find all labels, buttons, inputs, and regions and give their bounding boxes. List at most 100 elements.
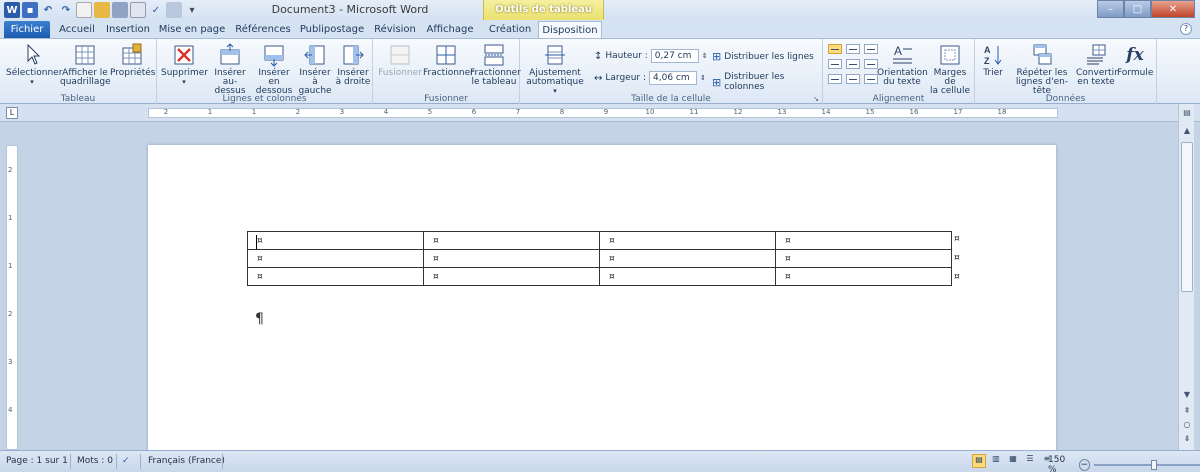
table-cell[interactable]: ¤ — [599, 249, 776, 268]
tab-references[interactable]: Références — [232, 21, 294, 38]
next-page-button[interactable]: ⇟ — [1180, 432, 1194, 446]
select-button[interactable]: Sélectionner ▾ — [6, 43, 62, 87]
spelling-icon[interactable]: ✓ — [148, 2, 164, 18]
align-top-right-button[interactable] — [864, 44, 878, 54]
insert-above-button[interactable]: Insérer au-dessus — [209, 43, 251, 96]
table-cell[interactable]: ¤ — [775, 249, 952, 268]
tab-creation[interactable]: Création — [486, 21, 534, 38]
document-table[interactable]: ¤ ¤ ¤ ¤ ¤ ¤ ¤ ¤ ¤ ¤ ¤ ¤ — [247, 231, 952, 286]
convert-to-text-button[interactable]: Convertir en texte — [1076, 43, 1118, 87]
close-button[interactable]: ✕ — [1151, 0, 1195, 18]
open-folder-icon[interactable] — [94, 2, 110, 18]
scroll-thumb[interactable] — [1181, 142, 1193, 292]
horizontal-ruler[interactable]: L 2 1 1 2 3 4 5 6 7 8 9 10 11 12 13 14 15 16 17 18 — [0, 104, 1200, 122]
save-icon[interactable]: ▪ — [22, 2, 38, 18]
cell-margins-button[interactable]: Marges de la cellule — [927, 43, 973, 96]
align-middle-center-button[interactable] — [846, 59, 860, 69]
zoom-slider[interactable] — [1093, 460, 1200, 470]
dialog-launcher-icon[interactable]: ↘ — [813, 95, 819, 103]
tab-accueil[interactable]: Accueil — [54, 21, 100, 38]
align-middle-left-button[interactable] — [828, 59, 842, 69]
customize-qat-icon[interactable]: ▾ — [184, 2, 200, 18]
table-cell[interactable]: ¤ — [247, 267, 424, 286]
full-screen-reading-icon[interactable]: ▥ — [989, 454, 1003, 468]
outline-icon[interactable]: ☰ — [1023, 454, 1037, 468]
page-count[interactable]: Page : 1 sur 1 — [6, 456, 68, 466]
insert-below-button[interactable]: Insérer en dessous — [253, 43, 295, 96]
gridlines-button[interactable]: Afficher le quadrillage — [60, 43, 111, 87]
properties-button[interactable]: Propriétés — [110, 43, 155, 78]
scroll-up-button[interactable]: ▲ — [1180, 124, 1194, 138]
insert-right-button[interactable]: Insérer à droite — [335, 43, 371, 87]
web-layout-icon[interactable]: ▦ — [1006, 454, 1020, 468]
zoom-out-button[interactable]: − — [1078, 459, 1090, 471]
tab-mise-en-page[interactable]: Mise en page — [158, 21, 226, 38]
browse-object-button[interactable]: ○ — [1180, 418, 1194, 432]
table-cell[interactable]: ¤ — [599, 267, 776, 286]
align-top-left-button[interactable] — [828, 44, 842, 54]
print-layout-icon[interactable]: ▤ — [972, 454, 986, 468]
insert-left-button[interactable]: Insérer à gauche — [296, 43, 334, 96]
language-indicator[interactable]: Français (France) — [148, 456, 225, 466]
delete-button[interactable]: Supprimer ▾ — [161, 43, 208, 87]
height-spinner-icon[interactable]: ⇕ — [702, 52, 708, 60]
distribute-rows-label: Distribuer les lignes — [724, 51, 814, 62]
zoom-level[interactable]: 150 % — [1048, 455, 1075, 472]
repeat-header-button[interactable]: Répéter les lignes d'en-tête — [1009, 43, 1075, 96]
scroll-down-button[interactable]: ▼ — [1180, 388, 1194, 402]
print-icon[interactable] — [112, 2, 128, 18]
minimize-button[interactable]: – — [1097, 0, 1124, 18]
table-cell[interactable]: ¤ — [247, 231, 424, 250]
ruler-number: 10 — [645, 108, 655, 116]
split-cells-button[interactable]: Fractionner — [423, 43, 474, 78]
width-spinner-icon[interactable]: ⇕ — [700, 74, 706, 82]
merge-cells-button[interactable]: Fusionner — [377, 43, 423, 78]
word-logo-icon[interactable]: W — [4, 2, 20, 18]
table-cell[interactable]: ¤ — [423, 249, 600, 268]
help-icon[interactable]: ? — [1180, 23, 1192, 35]
table-cell[interactable]: ¤ — [423, 267, 600, 286]
split-table-button[interactable]: Fractionner le tableau — [470, 43, 521, 87]
print-preview-icon[interactable] — [130, 2, 146, 18]
table-cell[interactable]: ¤ — [247, 249, 424, 268]
maximize-button[interactable]: □ — [1124, 0, 1151, 18]
sort-button[interactable]: AZ Trier — [979, 43, 1007, 78]
vertical-scrollbar[interactable]: ▤ ▲ ▼ ⇞ ○ ⇟ — [1178, 104, 1194, 450]
width-input[interactable]: 4,06 cm — [649, 71, 698, 85]
align-top-center-button[interactable] — [846, 44, 860, 54]
tab-fichier[interactable]: Fichier — [4, 21, 50, 38]
undo-icon[interactable]: ↶ — [40, 2, 56, 18]
proofing-icon[interactable]: ✓ — [122, 456, 130, 466]
tab-revision[interactable]: Révision — [372, 21, 418, 38]
zoom-slider-knob[interactable] — [1150, 460, 1157, 470]
table-cell[interactable]: ¤ — [775, 231, 952, 250]
formula-button[interactable]: fx Formule — [1117, 43, 1153, 78]
word-count[interactable]: Mots : 0 — [77, 456, 113, 466]
align-bottom-center-button[interactable] — [846, 74, 860, 84]
height-input[interactable]: 0,27 cm — [650, 49, 699, 63]
distribute-rows-button[interactable]: ⊞ Distribuer les lignes — [712, 50, 814, 63]
autofit-button[interactable]: Ajustement automatique ▾ — [524, 43, 586, 96]
table-cell[interactable]: ¤ — [775, 267, 952, 286]
distribute-columns-button[interactable]: ⊞ Distribuer les colonnes — [712, 72, 822, 92]
new-document-icon[interactable] — [76, 2, 92, 18]
tab-selector-icon[interactable]: L — [6, 107, 18, 119]
group-lignes-colonnes: Supprimer ▾ Insérer au-dessus Insérer en de… — [157, 39, 373, 105]
tab-affichage[interactable]: Affichage — [424, 21, 476, 38]
draw-table-icon[interactable] — [166, 2, 182, 18]
text-direction-button[interactable]: A Orientation du texte — [877, 43, 928, 87]
align-bottom-right-button[interactable] — [864, 74, 878, 84]
align-middle-right-button[interactable] — [864, 59, 878, 69]
table-cell[interactable]: ¤ — [423, 231, 600, 250]
redo-icon[interactable]: ↷ — [58, 2, 74, 18]
tab-disposition[interactable]: Disposition — [538, 21, 602, 38]
previous-page-button[interactable]: ⇞ — [1180, 404, 1194, 418]
tab-insertion[interactable]: Insertion — [104, 21, 152, 38]
vertical-ruler[interactable]: 2 1 1 2 3 4 — [6, 145, 18, 450]
align-bottom-left-button[interactable] — [828, 74, 842, 84]
document-page[interactable]: ¤ ¤ ¤ ¤ ¤ ¤ ¤ ¤ ¤ ¤ ¤ ¤ ¶ ¤ ¤ ¤ — [148, 145, 1056, 455]
table-cell[interactable]: ¤ — [599, 231, 776, 250]
vertical-ruler-number: 2 — [8, 166, 13, 174]
ruler-toggle-icon[interactable]: ▤ — [1180, 106, 1194, 120]
tab-publipostage[interactable]: Publipostage — [298, 21, 366, 38]
